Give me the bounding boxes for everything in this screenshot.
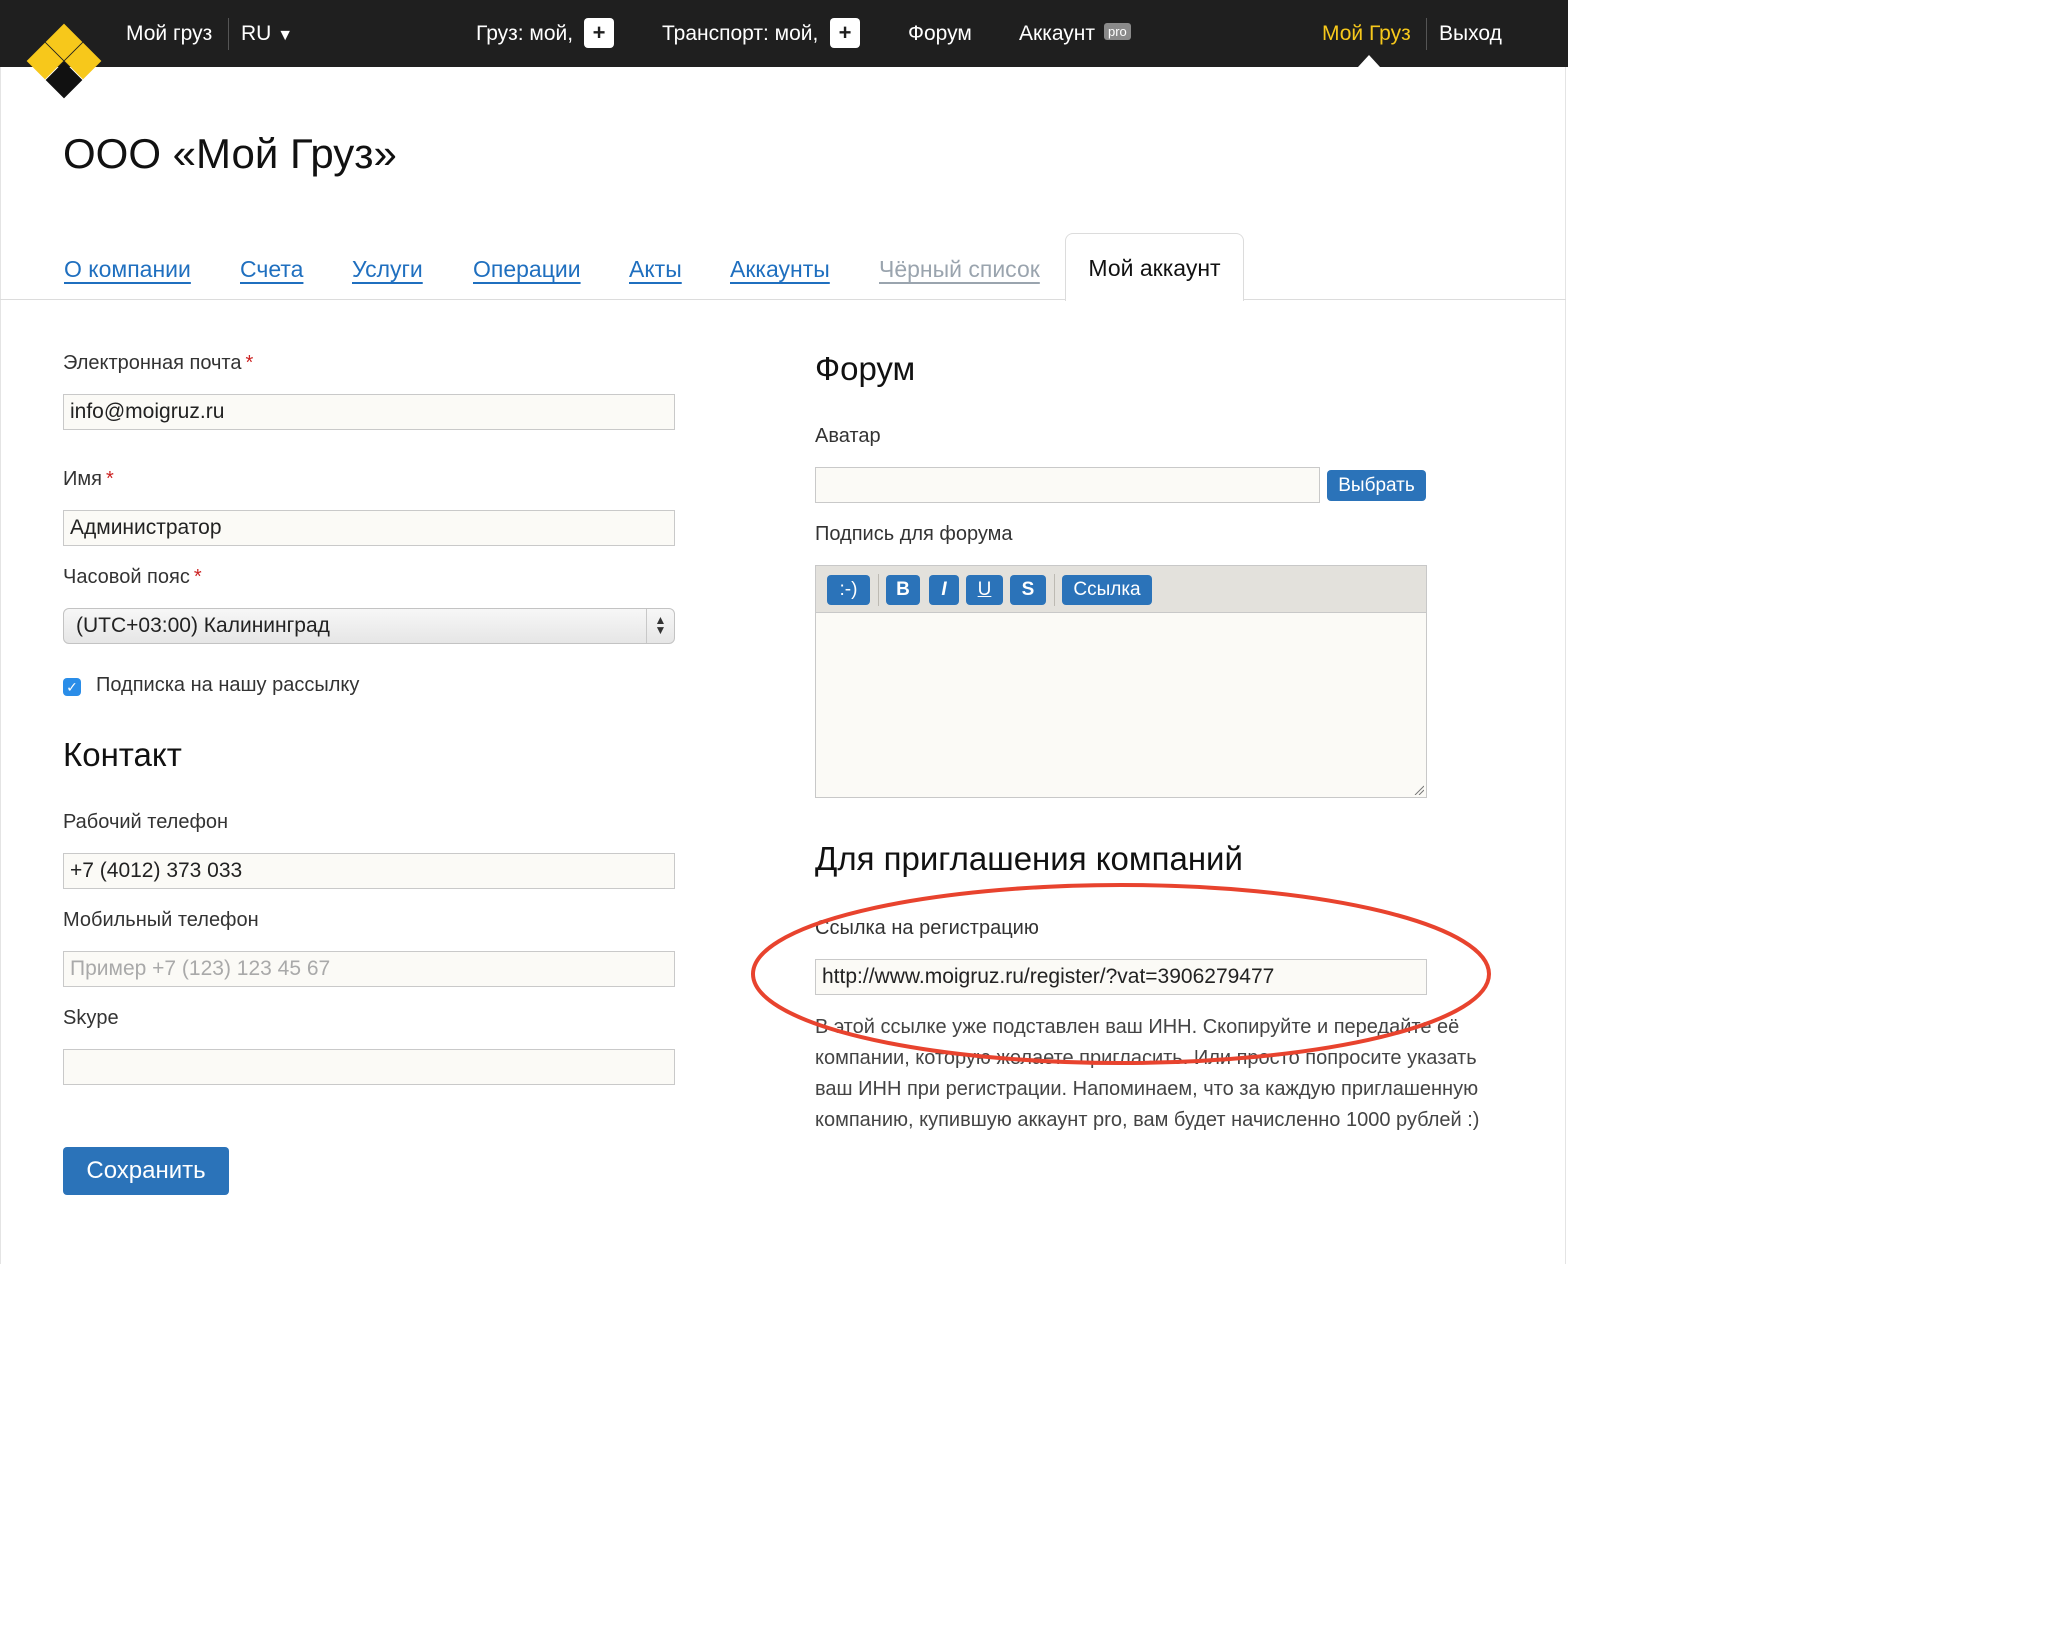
bold-button[interactable]: B [886, 575, 920, 605]
nav-divider [1426, 18, 1427, 50]
name-label: Имя * [63, 468, 114, 490]
registration-link-field[interactable]: http://www.moigruz.ru/register/?vat=3906… [815, 959, 1427, 995]
page-title: ООО «Мой Груз» [63, 130, 397, 177]
page-border-left [0, 67, 1, 1264]
nav-logout[interactable]: Выход [1439, 20, 1502, 48]
required-mark: * [105, 468, 114, 490]
contact-title: Контакт [63, 736, 182, 773]
timezone-select[interactable]: (UTC+03:00) Калининград ▲ ▼ [63, 608, 675, 644]
tab-accounts[interactable]: Аккаунты [730, 254, 830, 284]
timezone-label: Часовой пояс * [63, 566, 202, 588]
top-navbar: Мой груз RU ▼ Груз: мой, + Транспорт: мо… [0, 0, 1568, 67]
nav-account[interactable]: Аккаунт [1019, 20, 1095, 48]
choose-avatar-button[interactable]: Выбрать [1327, 470, 1426, 501]
language-select[interactable]: RU ▼ [241, 20, 293, 50]
signature-label: Подпись для форума [815, 523, 1013, 545]
email-label: Электронная почта * [63, 352, 254, 374]
nav-forum[interactable]: Форум [908, 20, 972, 48]
link-button[interactable]: Ссылка [1062, 575, 1152, 605]
required-mark: * [193, 566, 202, 588]
tab-my-account[interactable]: Мой аккаунт [1065, 233, 1244, 301]
invite-title: Для приглашения компаний [815, 840, 1243, 877]
registration-link-label: Ссылка на регистрацию [815, 917, 1039, 939]
invite-note: В этой ссылке уже подставлен ваш ИНН. Ск… [815, 1016, 1480, 1131]
logo-icon[interactable] [22, 23, 106, 110]
nav-transport-mine[interactable]: Транспорт: мой, [662, 20, 818, 48]
work-phone-field[interactable]: +7 (4012) 373 033 [63, 853, 675, 889]
toolbar-divider [878, 574, 879, 606]
required-mark: * [245, 352, 254, 374]
subscribe-label[interactable]: Подписка на нашу рассылку [96, 672, 359, 698]
tab-acts[interactable]: Акты [629, 254, 682, 284]
tabs-divider [0, 299, 1566, 300]
nav-my-cargo[interactable]: Мой груз [126, 20, 212, 48]
tab-services[interactable]: Услуги [352, 254, 423, 284]
signature-editor[interactable]: :-) B I U S Ссылка [815, 565, 1427, 798]
resize-handle-icon[interactable] [1414, 785, 1424, 795]
tab-invoices[interactable]: Счета [240, 254, 303, 284]
page-border-right [1565, 67, 1566, 1264]
skype-field[interactable] [63, 1049, 675, 1085]
tab-blacklist[interactable]: Чёрный список [879, 254, 1040, 284]
save-button[interactable]: Сохранить [63, 1147, 229, 1195]
add-transport-button[interactable]: + [830, 18, 860, 48]
language-label: RU [241, 22, 272, 45]
caret-down-icon: ▼ [277, 27, 294, 44]
avatar-field[interactable] [815, 467, 1320, 503]
tab-about[interactable]: О компании [64, 254, 191, 284]
active-caret-icon [1358, 55, 1380, 67]
subscribe-checkbox[interactable]: ✓ [63, 678, 81, 696]
nav-my-cargo-company[interactable]: Мой Груз [1322, 20, 1411, 48]
nav-cargo-mine[interactable]: Груз: мой, [476, 20, 573, 48]
toolbar-divider [1054, 574, 1055, 606]
timezone-value: (UTC+03:00) Калининград [76, 614, 330, 637]
smile-button[interactable]: :-) [827, 575, 870, 605]
add-cargo-button[interactable]: + [584, 18, 614, 48]
nav-divider [228, 18, 229, 50]
avatar-label: Аватар [815, 425, 881, 447]
tab-operations[interactable]: Операции [473, 254, 581, 284]
name-field[interactable]: Администратор [63, 510, 675, 546]
italic-button[interactable]: I [929, 575, 959, 605]
forum-title: Форум [815, 350, 916, 387]
skype-label: Skype [63, 1007, 119, 1029]
editor-toolbar: :-) B I U S Ссылка [816, 566, 1426, 613]
work-phone-label: Рабочий телефон [63, 811, 229, 833]
strike-button[interactable]: S [1010, 575, 1046, 605]
pro-badge: pro [1104, 23, 1131, 40]
underline-button[interactable]: U [966, 575, 1003, 605]
mobile-phone-field[interactable]: Пример +7 (123) 123 45 67 [63, 951, 675, 987]
mobile-phone-label: Мобильный телефон [63, 909, 259, 931]
select-arrows-icon: ▲ ▼ [646, 609, 674, 643]
email-field[interactable]: info@moigruz.ru [63, 394, 675, 430]
